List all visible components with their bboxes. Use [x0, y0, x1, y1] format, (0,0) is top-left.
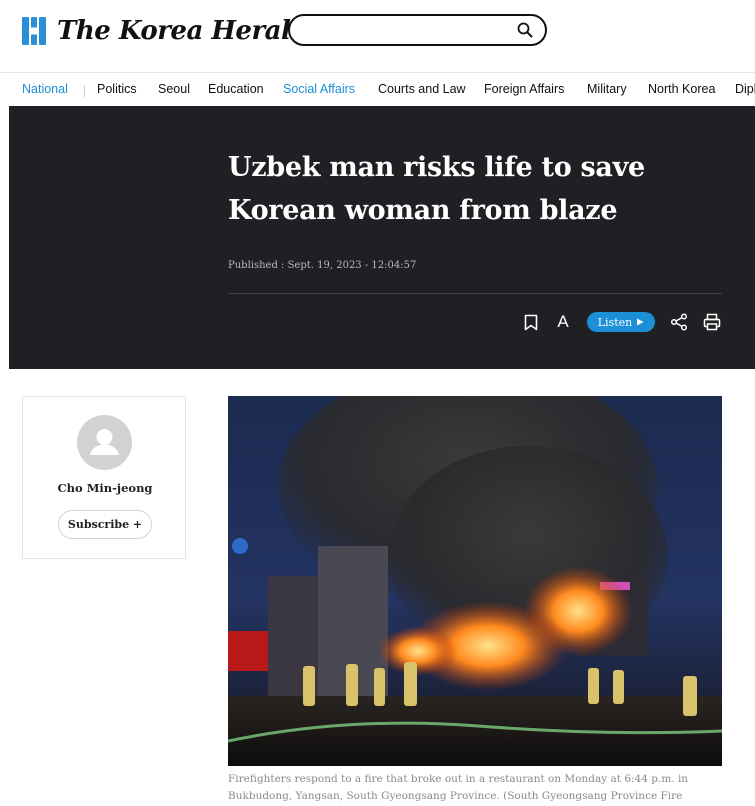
nav-item-national[interactable]: National — [22, 82, 68, 96]
font-size-icon[interactable]: A — [554, 311, 572, 333]
nav-item-social-affairs[interactable]: Social Affairs — [283, 82, 355, 96]
search-icon[interactable] — [517, 22, 533, 38]
nav-item-seoul[interactable]: Seoul — [158, 82, 190, 96]
avatar[interactable] — [77, 415, 132, 470]
author-card: Cho Min-jeong Subscribe + — [22, 396, 186, 559]
nav-item-courts-and-law[interactable]: Courts and Law — [378, 82, 466, 96]
nav-item-north-korea[interactable]: North Korea — [648, 82, 715, 96]
site-logo[interactable]: The Korea Herald — [22, 14, 309, 48]
logo-text: The Korea Herald — [57, 16, 309, 46]
nav-item-foreign-affairs[interactable]: Foreign Affairs — [484, 82, 564, 96]
search-box[interactable] — [288, 14, 547, 46]
section-nav: National Politics Seoul Education Social… — [0, 72, 755, 106]
print-icon[interactable] — [702, 311, 722, 333]
masthead: The Korea Herald — [0, 0, 755, 70]
nav-item-education[interactable]: Education — [208, 82, 264, 96]
article-photo — [228, 396, 722, 766]
nav-item-diplomatic-circuit[interactable]: Diplomatic Circuit — [735, 82, 755, 96]
nav-item-military[interactable]: Military — [587, 82, 627, 96]
article-headline: Uzbek man risks life to save Korean woma… — [228, 146, 698, 232]
share-icon[interactable] — [669, 311, 689, 333]
nav-divider — [84, 85, 85, 97]
subscribe-button[interactable]: Subscribe + — [58, 510, 152, 539]
headline-line-1: Uzbek man risks life to save — [228, 152, 645, 183]
article-tools: A Listen — [9, 311, 755, 333]
published-date: Published : Sept. 19, 2023 - 12:04:57 — [228, 260, 417, 271]
nav-item-politics[interactable]: Politics — [97, 82, 137, 96]
headline-line-2: Korean woman from blaze — [228, 195, 618, 226]
bookmark-icon[interactable] — [522, 311, 540, 333]
listen-button[interactable]: Listen — [587, 312, 655, 332]
search-input[interactable] — [304, 19, 504, 41]
photo-caption: Firefighters respond to a fire that brok… — [228, 773, 689, 802]
hero-divider — [228, 293, 722, 294]
article-hero: Uzbek man risks life to save Korean woma… — [9, 106, 755, 369]
logo-mark-icon — [22, 17, 48, 45]
author-name[interactable]: Cho Min-jeong — [23, 481, 187, 495]
play-icon — [637, 318, 644, 326]
listen-label: Listen — [597, 315, 633, 329]
